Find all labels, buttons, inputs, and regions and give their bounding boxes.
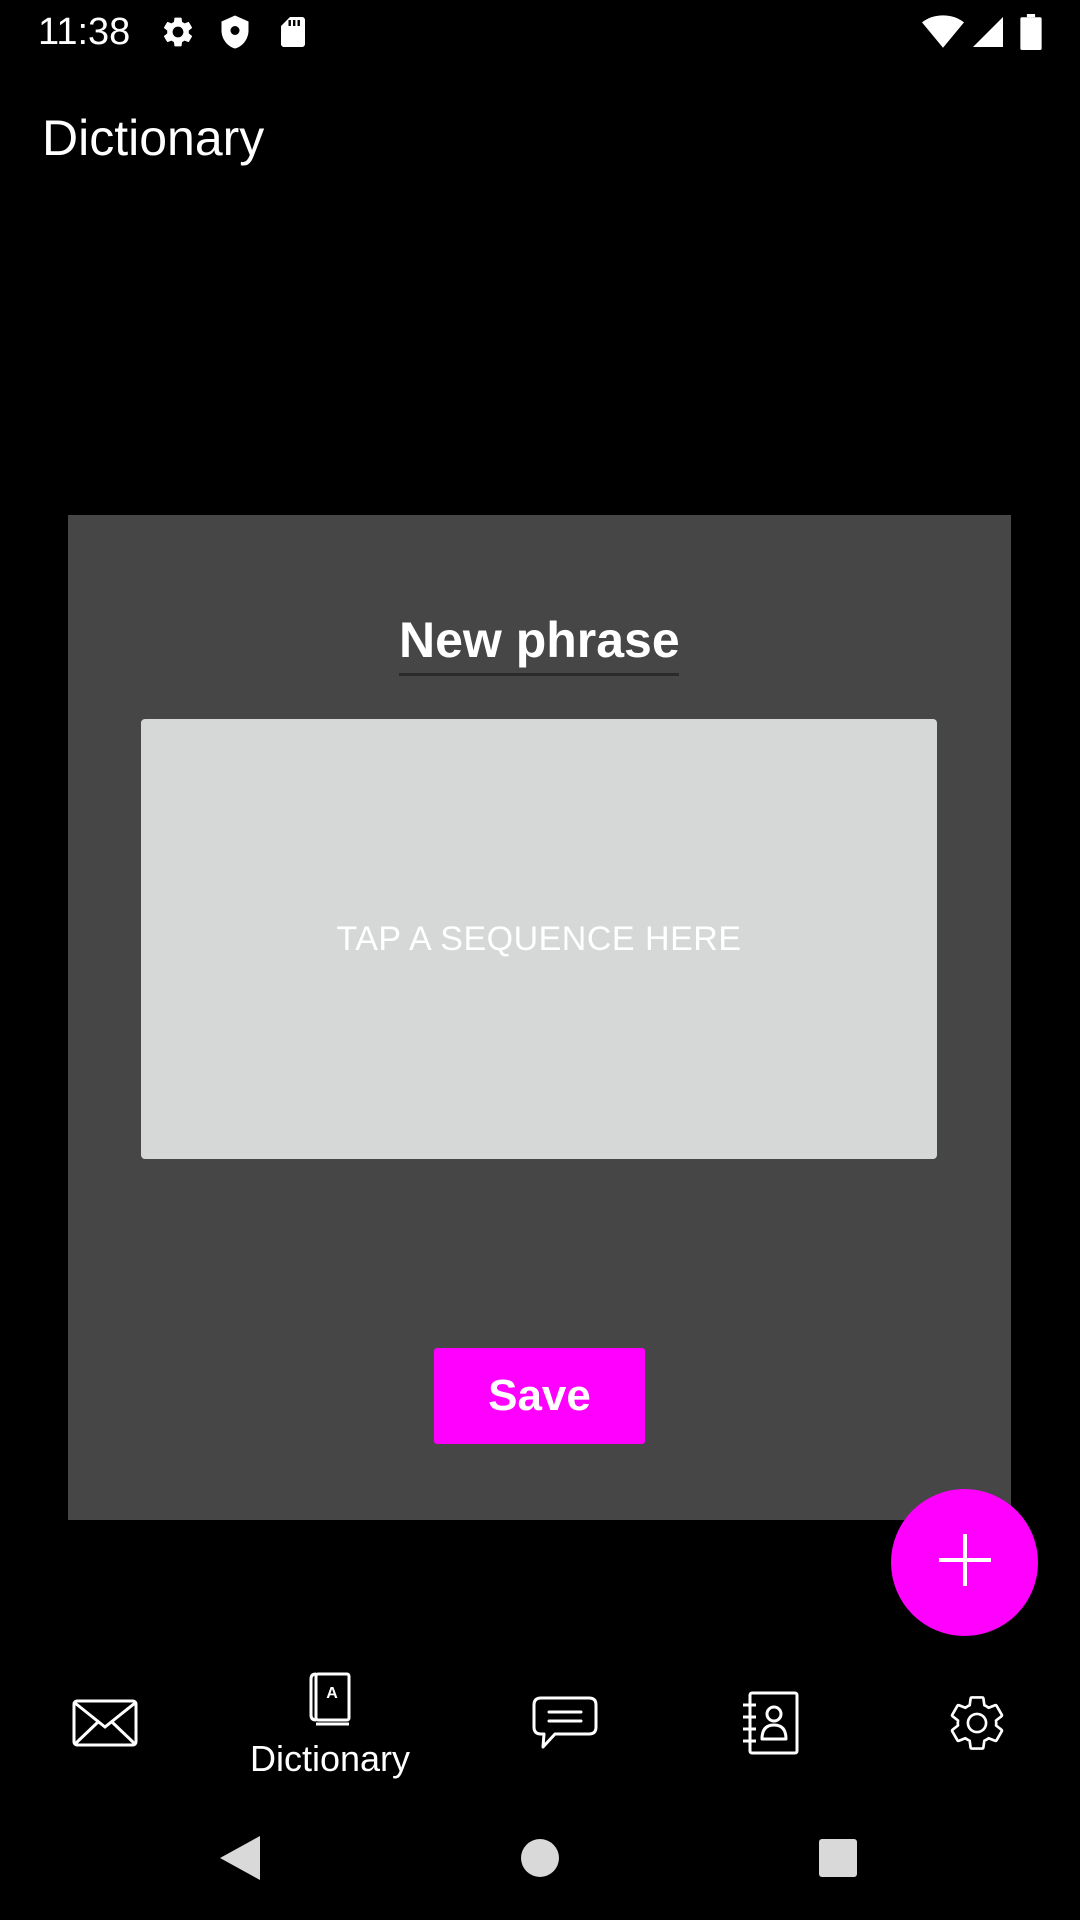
save-button[interactable]: Save	[434, 1348, 645, 1444]
wifi-icon	[922, 14, 964, 50]
back-button[interactable]	[210, 1830, 270, 1890]
new-phrase-dialog: TAP A SEQUENCE HERE Save	[68, 515, 1011, 1520]
sequence-tap-area[interactable]: TAP A SEQUENCE HERE	[141, 719, 937, 1159]
gear-icon	[160, 14, 196, 50]
nav-item-contacts[interactable]	[715, 1660, 825, 1790]
mail-icon	[72, 1699, 138, 1752]
recents-button[interactable]	[808, 1830, 868, 1890]
nav-item-settings[interactable]	[922, 1660, 1032, 1790]
dictionary-icon: A	[308, 1672, 352, 1733]
shield-icon	[217, 14, 253, 50]
nav-item-dictionary[interactable]: A Dictionary	[230, 1660, 430, 1790]
nav-item-chat[interactable]	[510, 1660, 620, 1790]
page-title: Dictionary	[42, 110, 265, 166]
status-bar: 11:38	[0, 0, 1080, 63]
home-button[interactable]	[510, 1830, 570, 1890]
sd-card-icon	[275, 14, 311, 50]
home-icon	[520, 1838, 560, 1883]
battery-icon	[1018, 14, 1044, 50]
nav-label-dictionary: Dictionary	[249, 1737, 411, 1779]
system-navigation-bar	[0, 1800, 1080, 1920]
chat-icon	[531, 1695, 599, 1756]
settings-icon	[945, 1691, 1009, 1760]
svg-text:A: A	[326, 1685, 338, 1702]
nav-item-mail[interactable]	[50, 1660, 160, 1790]
back-icon	[218, 1834, 262, 1887]
status-time: 11:38	[38, 11, 131, 53]
plus-icon	[935, 1530, 995, 1595]
signal-icon	[970, 14, 1006, 50]
tap-area-hint: TAP A SEQUENCE HERE	[336, 919, 742, 958]
add-phrase-fab[interactable]	[891, 1489, 1038, 1636]
recents-icon	[818, 1838, 858, 1883]
phrase-name-input[interactable]	[399, 607, 679, 676]
screen: 11:38 Dictionary New phrase TAP A SEQUEN…	[0, 0, 1080, 1920]
bottom-navigation: A Dictionary	[0, 1660, 1080, 1790]
contacts-icon	[740, 1691, 800, 1760]
